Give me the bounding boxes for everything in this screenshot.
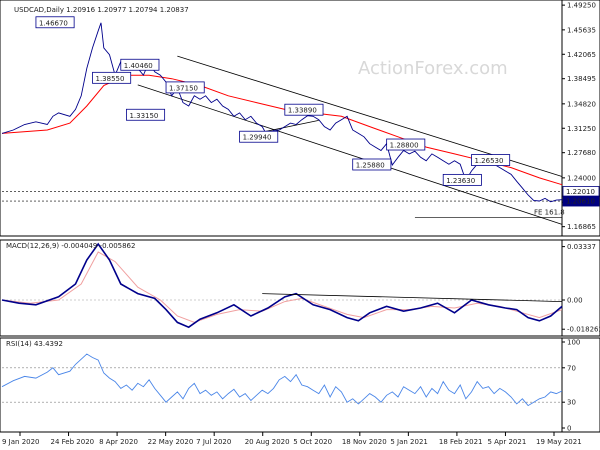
price-label: 1.46670 (39, 19, 68, 27)
macd-line (1, 242, 563, 329)
macd-axis-tick-label: 0.03337 (567, 243, 596, 251)
x-tick-label: 5 Oct 2020 (293, 438, 332, 446)
price-axis-tick-label: 1.27680 (567, 149, 596, 157)
price-axis-tick-label: 1.24000 (567, 174, 596, 182)
price-axis-tick-label: 1.31250 (567, 125, 596, 133)
x-tick-label: 20 Aug 2020 (245, 438, 290, 446)
rsi-axis-tick-label: 0 (567, 425, 571, 433)
watermark-text: ActionForex.com (358, 58, 508, 79)
x-tick-label: 7 Jul 2020 (196, 438, 231, 446)
macd-title: MACD(12,26,9) -0.004049 -0.005862 (6, 242, 135, 250)
price-label: 1.23630 (446, 177, 475, 185)
macd-axis-tick-label: -0.018262 (567, 326, 600, 334)
rsi-panel: 100 70 30 0 (0, 337, 600, 433)
x-tick-label: 24 Feb 2020 (51, 438, 95, 446)
current-price-label: 1.22010 (566, 188, 595, 196)
price-label: 1.29940 (243, 134, 272, 142)
fe-label: FE 161.8 (534, 209, 565, 217)
price-label: 1.25880 (356, 161, 385, 169)
x-axis: 9 Jan 2020 24 Feb 2020 8 Apr 2020 22 May 20… (2, 432, 582, 446)
price-axis-tick-label: 1.16865 (567, 223, 596, 231)
rsi-title: RSI(14) 43.4392 (6, 340, 63, 348)
price-axis-tick-label: 1.42065 (567, 51, 596, 59)
price-label: 1.38550 (96, 75, 125, 83)
x-tick-label: 5 Jan 2021 (390, 438, 428, 446)
current-price-label: 1.20610 (566, 198, 595, 206)
rsi-axis-tick-label: 30 (567, 399, 576, 407)
rsi-axis-tick-label: 70 (567, 364, 576, 372)
price-label: 1.26530 (474, 157, 503, 165)
price-label: 1.40460 (124, 62, 153, 70)
x-tick-label: 8 Apr 2020 (99, 438, 138, 446)
price-axis-tick-label: 1.38495 (567, 75, 596, 83)
rsi-panel-frame (0, 337, 600, 433)
x-tick-label: 22 May 2020 (148, 438, 194, 446)
price-label: 1.33890 (288, 107, 317, 115)
moving-average-line (1, 74, 563, 186)
price-label: 1.28800 (390, 142, 419, 150)
x-tick-label: 9 Jan 2020 (2, 438, 40, 446)
rsi-axis-tick-label: 100 (567, 339, 580, 347)
x-tick-label: 19 May 2021 (536, 438, 582, 446)
main-chart-title: USDCAD,Daily 1.20916 1.20977 1.20794 1.2… (14, 6, 189, 14)
price-label: 1.33150 (129, 112, 158, 120)
price-label: 1.37150 (169, 84, 198, 92)
chart-canvas: FE 161.8 1.46670 1.38550 1.40460 1.37150 1.33… (0, 0, 600, 446)
x-tick-label: 18 Feb 2021 (439, 438, 483, 446)
price-axis-tick-label: 1.34820 (567, 100, 596, 108)
x-tick-label: 5 Apr 2021 (487, 438, 526, 446)
price-panel-frame (0, 0, 600, 237)
rsi-line (1, 353, 563, 407)
price-axis-tick-label: 1.49250 (567, 2, 596, 10)
price-panel: FE 161.8 1.46670 1.38550 1.40460 1.37150 1.33… (0, 0, 600, 237)
macd-axis-tick-label: 0.00 (567, 297, 583, 305)
x-tick-label: 18 Nov 2020 (342, 438, 387, 446)
price-axis-tick-label: 1.45635 (567, 26, 596, 34)
macd-panel: 0.03337 0.00 -0.018262 (0, 239, 600, 337)
